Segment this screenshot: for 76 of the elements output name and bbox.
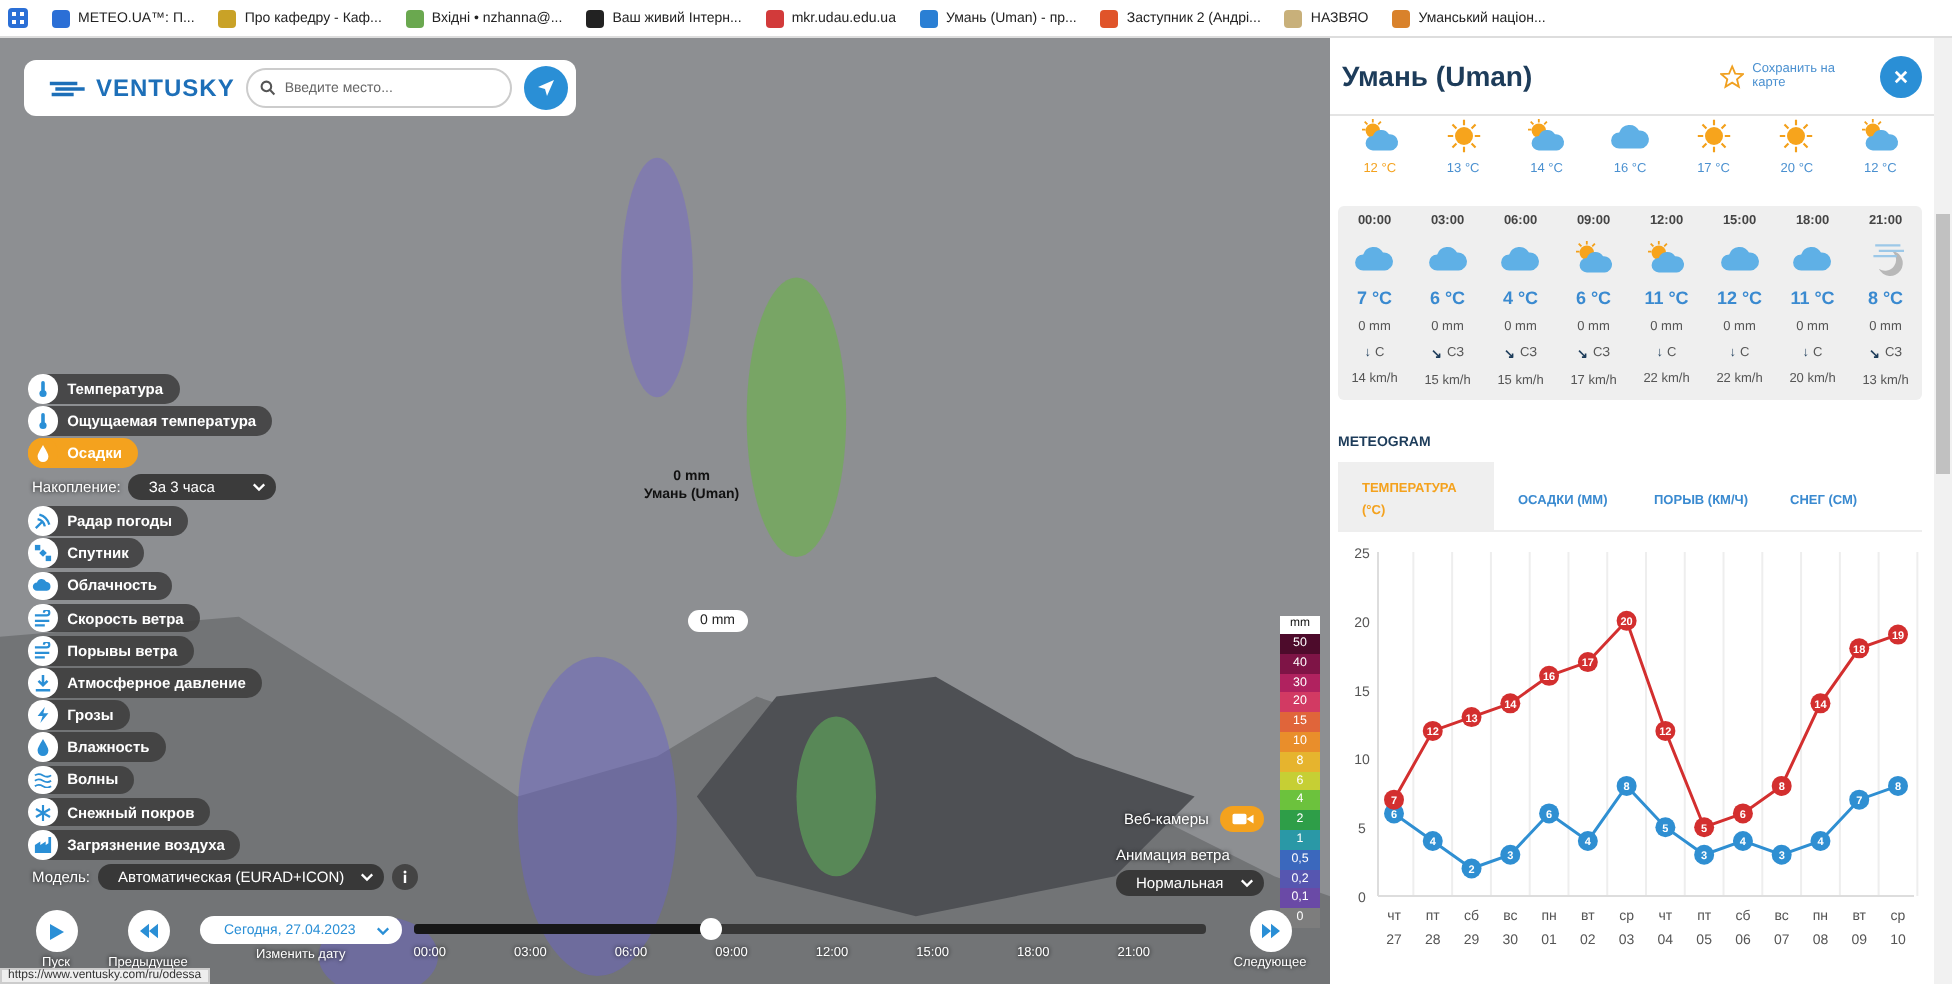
sun-cloud-icon [1357, 118, 1402, 154]
temperature-value: 6 °C [1429, 288, 1466, 308]
data-point [1500, 844, 1521, 865]
data-point [1384, 789, 1404, 810]
search-icon [260, 80, 277, 96]
temperature-value: 11 °C [1644, 288, 1689, 308]
location-title: Умань (Uman) [1342, 60, 1535, 92]
data-point [1577, 830, 1598, 851]
data-point [1500, 693, 1521, 714]
data-point [1539, 803, 1560, 824]
camera-icon [1231, 812, 1254, 826]
data-point [1461, 858, 1482, 879]
droplet-icon [33, 444, 52, 463]
lightning-icon [33, 706, 52, 725]
close-button[interactable] [1880, 55, 1922, 97]
data-point [1694, 844, 1715, 865]
data-point [1616, 775, 1637, 796]
data-point [1849, 789, 1870, 810]
temperature-value: 7 °C [1356, 288, 1393, 308]
chevron-down-icon [360, 872, 375, 882]
data-point [1771, 775, 1792, 796]
locate-button[interactable] [524, 66, 568, 110]
satellite-icon [33, 544, 52, 563]
sun-cloud-icon [1571, 240, 1616, 276]
data-point [1655, 720, 1676, 741]
droplet-icon [33, 738, 52, 757]
temperature-value: 12 °C [1716, 288, 1763, 308]
info-icon [402, 870, 409, 884]
data-point [1422, 720, 1443, 741]
chevron-down-icon [1239, 878, 1254, 888]
download-arrow-icon [33, 673, 52, 692]
data-point [1732, 830, 1753, 851]
close-icon [1894, 69, 1908, 83]
data-point [1810, 693, 1831, 714]
data-point [1655, 817, 1676, 838]
factory-icon [33, 835, 52, 854]
temperature-value: 8 °C [1867, 288, 1904, 308]
sun-cloud-icon [1858, 118, 1903, 154]
data-point [1577, 652, 1598, 673]
temperature-value: 6 °C [1575, 288, 1612, 308]
data-point [1849, 638, 1870, 659]
scrollbar[interactable] [1934, 38, 1952, 984]
scrollbar-thumb[interactable] [1936, 214, 1950, 474]
wind-icon [33, 609, 52, 628]
thermometer-icon [33, 379, 52, 398]
data-point [1810, 830, 1831, 851]
cloud-icon [32, 578, 53, 593]
star-icon [1720, 63, 1745, 89]
ventusky-logo[interactable]: VENTUSKY [48, 74, 235, 102]
data-point [1771, 844, 1792, 865]
data-point [1888, 624, 1908, 645]
radar-icon [33, 511, 52, 530]
waves-icon [33, 770, 52, 789]
data-point [1616, 610, 1637, 631]
data-point [1694, 817, 1715, 838]
rewind-icon [137, 922, 159, 940]
snowflake-icon [33, 803, 52, 822]
thermometer-icon [33, 411, 52, 430]
chevron-down-icon [375, 925, 390, 935]
data-point [1888, 775, 1908, 796]
apps-grid-icon[interactable] [8, 8, 28, 28]
navigation-arrow-icon [536, 78, 556, 98]
play-icon [46, 921, 66, 941]
data-point [1461, 707, 1482, 728]
wind-icon [33, 641, 52, 660]
fast-forward-icon [1259, 922, 1281, 940]
logo-text: VENTUSKY [96, 74, 235, 102]
data-point [1422, 830, 1443, 851]
data-point [1732, 803, 1753, 824]
sun-cloud-icon [1524, 118, 1569, 154]
data-point [1539, 665, 1560, 686]
temperature-value: 4 °C [1502, 288, 1539, 308]
chevron-down-icon [252, 482, 267, 493]
sun-cloud-icon [1644, 240, 1689, 276]
temperature-value: 11 °C [1790, 288, 1835, 308]
webcams-toggle[interactable] [1220, 806, 1265, 832]
